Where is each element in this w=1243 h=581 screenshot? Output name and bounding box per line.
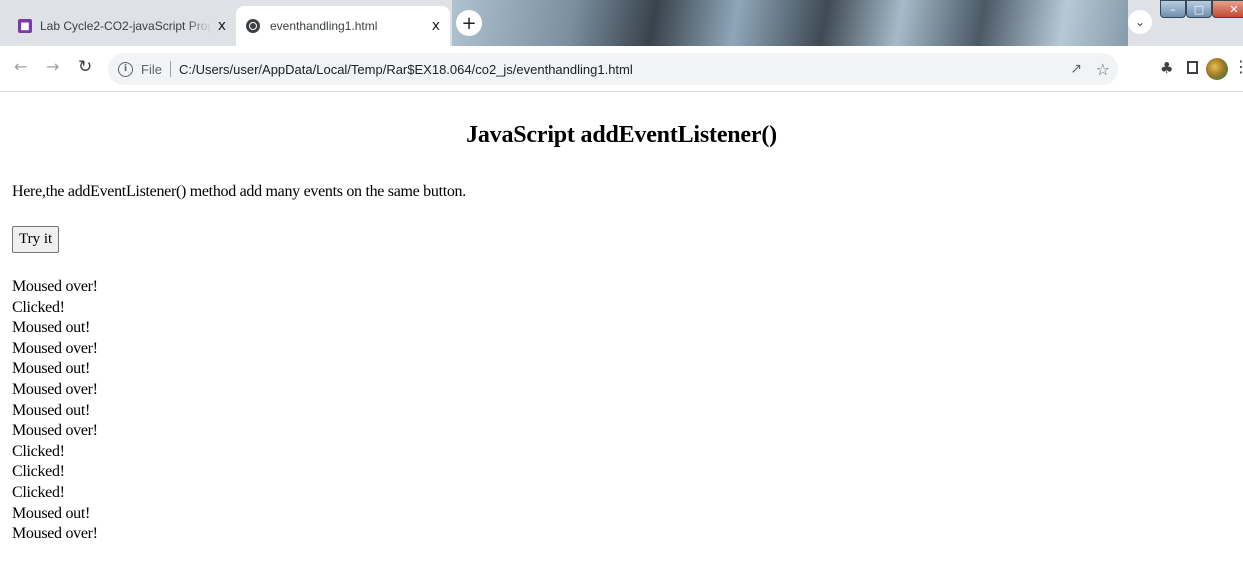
chevron-down-icon: ⌄ [1134, 15, 1146, 29]
tab-search-button[interactable]: ⌄ [1128, 10, 1152, 34]
try-it-button[interactable]: Try it [12, 226, 60, 253]
event-log-entry: Moused over! [12, 339, 98, 357]
profile-avatar[interactable] [1206, 58, 1228, 80]
divider [169, 61, 171, 77]
new-tab-button[interactable]: + [456, 10, 482, 36]
event-log-entry: Clicked! [12, 463, 65, 481]
event-log: Moused over! Clicked! Moused out! Moused ov… [12, 277, 98, 545]
browser-toolbar: ← → ↻ i File C:/Users/user/AppData/Local… [0, 46, 1243, 92]
close-tab-icon[interactable]: x [432, 18, 440, 34]
scheme-label: File [141, 61, 162, 77]
page-description: Here,the addEventListener() method add m… [12, 183, 466, 200]
page-heading: JavaScript addEventListener() [466, 122, 777, 148]
maximize-button[interactable]: □ [1186, 0, 1212, 18]
event-log-entry: Moused out! [12, 360, 91, 378]
side-panel-icon[interactable] [1187, 61, 1198, 74]
tab-strip: ■ Lab Cycle2-CO2-javaScript Progr x even… [0, 0, 1243, 46]
window-controls: – □ ✕ [1160, 0, 1243, 20]
reload-icon[interactable]: ↻ [78, 57, 92, 77]
close-tab-icon[interactable]: x [218, 18, 226, 34]
close-window-button[interactable]: ✕ [1212, 0, 1243, 18]
forward-arrow-icon[interactable]: → [46, 57, 59, 76]
share-icon[interactable]: ↗ [1070, 61, 1082, 77]
maximize-icon: □ [1193, 2, 1205, 16]
back-arrow-icon[interactable]: ← [14, 57, 27, 76]
page-content: JavaScript addEventListener() Here,the a… [0, 92, 1243, 581]
tab-eventhandling[interactable]: eventhandling1.html x [236, 6, 450, 46]
info-icon[interactable]: i [118, 61, 133, 77]
event-log-entry: Moused out! [12, 401, 91, 419]
event-log-entry: Clicked! [12, 442, 65, 460]
event-log-entry: Moused over! [12, 525, 98, 543]
minimize-icon: – [1170, 2, 1176, 16]
extensions-puzzle-icon[interactable]: ♣ [1160, 59, 1173, 77]
address-bar[interactable]: i File C:/Users/user/AppData/Local/Temp/… [108, 53, 1118, 85]
bookmark-star-icon[interactable]: ☆ [1096, 60, 1110, 79]
event-log-entry: Moused over! [12, 278, 98, 295]
event-log-entry: Clicked! [12, 483, 65, 501]
tab-title: eventhandling1.html [270, 19, 378, 33]
event-log-entry: Moused out! [12, 319, 91, 337]
tab-title: Lab Cycle2-CO2-javaScript Progr [40, 19, 212, 33]
event-log-entry: Moused out! [12, 504, 91, 522]
window-background [452, 0, 1128, 46]
classroom-icon: ■ [18, 19, 32, 33]
globe-icon [246, 19, 260, 33]
event-log-entry: Moused over! [12, 422, 98, 440]
event-log-entry: Clicked! [12, 298, 65, 316]
url-text[interactable]: C:/Users/user/AppData/Local/Temp/Rar$EX1… [179, 62, 633, 77]
tab-lab-cycle[interactable]: ■ Lab Cycle2-CO2-javaScript Progr x [8, 6, 236, 46]
event-log-entry: Moused over! [12, 380, 98, 398]
more-menu-icon[interactable]: ⋮ [1233, 57, 1243, 76]
minimize-button[interactable]: – [1160, 0, 1186, 18]
close-icon: ✕ [1229, 2, 1239, 16]
